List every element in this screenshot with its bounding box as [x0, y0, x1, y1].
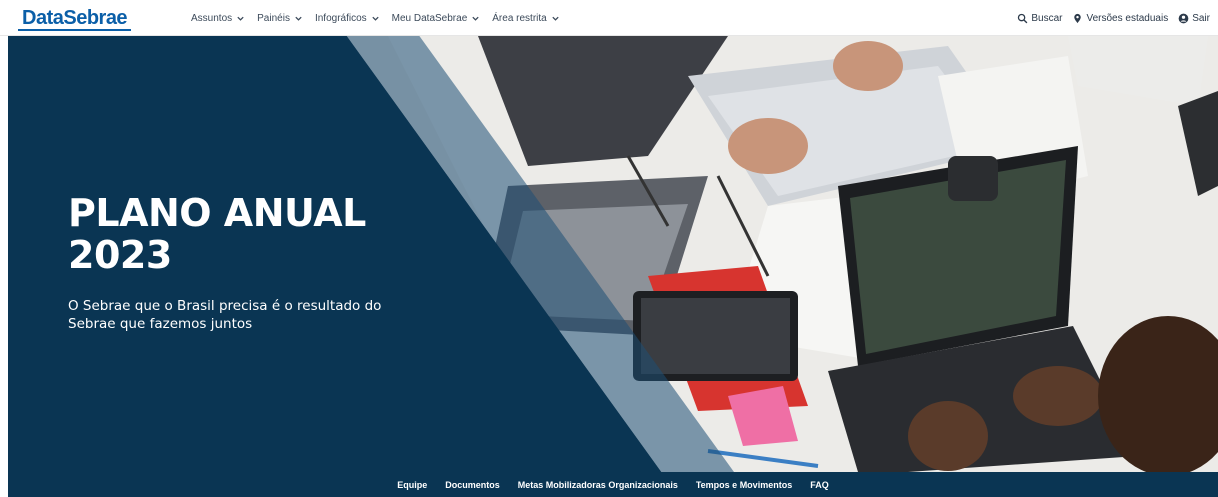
hero-subtitle: O Sebrae que o Brasil precisa é o result… — [68, 298, 382, 332]
search-label: Buscar — [1031, 12, 1063, 24]
menu-item-label: Painéis — [257, 12, 290, 24]
state-versions-button[interactable]: Versões estaduais — [1072, 13, 1168, 24]
footer-link-faq[interactable]: FAQ — [810, 480, 829, 490]
menu-item-infograficos[interactable]: Infográficos — [315, 13, 380, 24]
search-button[interactable]: Buscar — [1017, 13, 1062, 24]
main-menu: Assuntos Painéis Infográficos Meu DataSe… — [191, 0, 572, 36]
map-pin-icon — [1074, 13, 1082, 23]
user-icon — [1178, 13, 1189, 23]
menu-item-label: Área restrita — [492, 12, 547, 24]
menu-item-area-restrita[interactable]: Área restrita — [492, 13, 559, 24]
menu-item-meu-datasebrae[interactable]: Meu DataSebrae — [392, 13, 481, 24]
search-icon — [1018, 13, 1028, 23]
menu-item-label: Assuntos — [191, 12, 233, 24]
chevron-down-icon — [236, 14, 245, 23]
hero-title-line1: PLANO ANUAL — [68, 191, 366, 235]
hero-title: PLANO ANUAL 2023 — [68, 192, 428, 276]
chevron-down-icon — [471, 14, 480, 23]
logout-button[interactable]: Sair — [1178, 13, 1210, 24]
menu-item-label: Infográficos — [314, 12, 367, 24]
footer-nav: Equipe Documentos Metas Mobilizadoras Or… — [8, 472, 1218, 497]
state-versions-label: Versões estaduais — [1086, 12, 1169, 24]
chevron-down-icon — [551, 14, 560, 23]
logout-label: Sair — [1192, 12, 1210, 24]
footer-link-equipe[interactable]: Equipe — [397, 480, 427, 490]
footer-link-tempos[interactable]: Tempos e Movimentos — [696, 480, 792, 490]
menu-item-label: Meu DataSebrae — [391, 12, 468, 24]
menu-item-assuntos[interactable]: Assuntos — [191, 13, 245, 24]
datasebrae-logo[interactable]: DataSebrae — [18, 5, 132, 31]
chevron-down-icon — [294, 14, 303, 23]
hero-title-line2: 2023 — [68, 233, 172, 277]
chevron-down-icon — [371, 14, 380, 23]
hero-banner: PLANO ANUAL 2023 O Sebrae que o Brasil p… — [8, 36, 1218, 472]
top-navbar: DataSebrae Assuntos Painéis Infográficos… — [0, 0, 1218, 36]
footer-link-documentos[interactable]: Documentos — [445, 480, 500, 490]
header-tools: Buscar Versões estaduais Sair — [1007, 0, 1210, 36]
menu-item-paineis[interactable]: Painéis — [257, 13, 303, 24]
footer-link-metas[interactable]: Metas Mobilizadoras Organizacionais — [518, 480, 678, 490]
